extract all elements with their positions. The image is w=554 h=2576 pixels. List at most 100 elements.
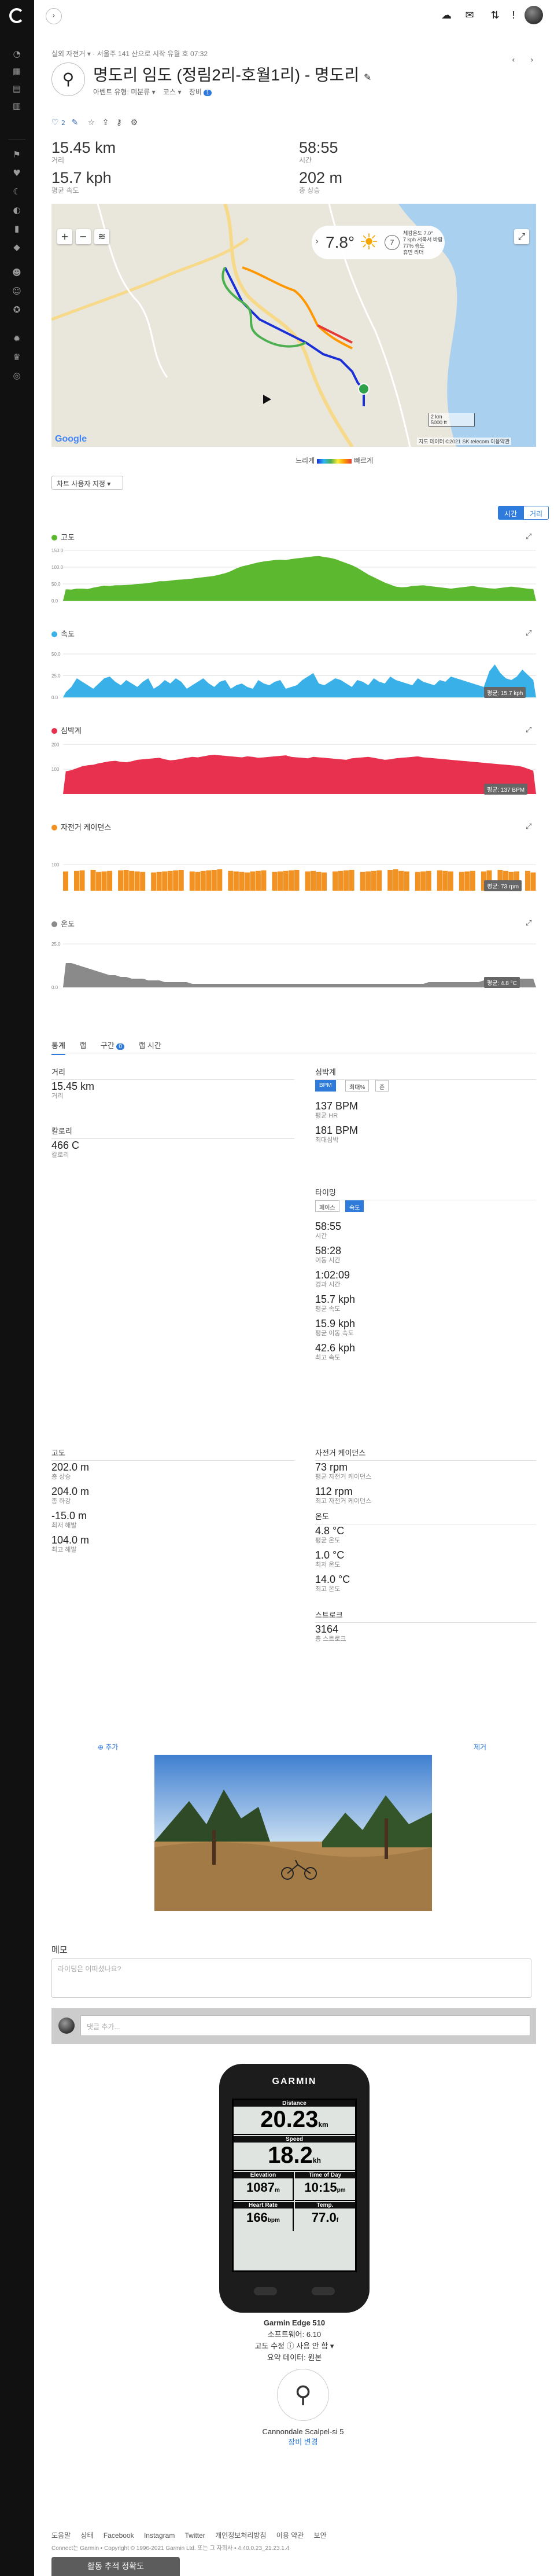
elevation-correction-select[interactable]: 고도 수정 ⓘ 사용 안 함 ▾: [208, 2340, 381, 2352]
route-map[interactable]: + − ≋ ⤢ › 7.8° ☀ 7 체감온도 7.0° 7 kph 서북서 바…: [51, 204, 536, 447]
chart-bar: [90, 870, 96, 891]
toggle-heart-zone[interactable]: 존: [375, 1080, 389, 1092]
comment-input[interactable]: 댓글 추가...: [80, 2015, 530, 2036]
chart-plot[interactable]: 150.0 100.0 50.0 0.0: [51, 545, 536, 609]
sleep-icon[interactable]: ☾: [12, 186, 22, 197]
chart-plot[interactable]: 50.0 25.0 0.0: [51, 642, 536, 705]
devices-icon[interactable]: ◎: [12, 370, 22, 381]
chart-bar: [156, 872, 162, 891]
stat-item: -15.0 m 최저 해발: [51, 1509, 87, 1530]
chart-plot[interactable]: 200 100: [51, 738, 536, 802]
chart-plot[interactable]: 100: [51, 835, 536, 899]
settings-icon[interactable]: ✹: [12, 333, 22, 344]
badges-icon[interactable]: ✪: [12, 304, 22, 315]
x-axis-time-toggle[interactable]: 시간: [498, 506, 524, 520]
reports-icon[interactable]: ▥: [12, 101, 22, 111]
footer-terms[interactable]: 이용 약관: [276, 2531, 304, 2540]
groups-icon[interactable]: ☺: [12, 286, 22, 296]
expand-sidebar-button[interactable]: ›: [46, 8, 62, 24]
device-image: GARMIN Distance 20.23km Speed 18.2kh Ele…: [219, 2064, 370, 2313]
edit-icon[interactable]: ✎: [71, 118, 78, 127]
tab-stats[interactable]: 통계: [51, 1036, 65, 1055]
notifications-icon[interactable]: !: [506, 8, 521, 23]
remove-photo-link[interactable]: 제거: [474, 1742, 486, 1752]
upload-icon[interactable]: ☁: [439, 8, 454, 23]
stat-label: 최저 온도: [315, 1561, 341, 1568]
stats-icon[interactable]: ▮: [12, 223, 22, 234]
course[interactable]: 코스: [163, 88, 176, 96]
sync-icon[interactable]: ⇅: [487, 8, 503, 23]
footer-security[interactable]: 보안: [314, 2531, 327, 2540]
screen-elevation-label: Elevation: [234, 2172, 293, 2178]
training-icon[interactable]: ▦: [12, 66, 22, 76]
expand-chart-icon[interactable]: ⤢: [526, 532, 531, 541]
privacy-icon[interactable]: ⚷: [116, 118, 122, 127]
weather-widget[interactable]: › 7.8° ☀ 7 체감온도 7.0° 7 kph 서북서 바람 77% 습도…: [312, 226, 445, 259]
toggle-heart-bpm[interactable]: BPM: [315, 1080, 336, 1092]
segments-badge: 0: [116, 1043, 124, 1050]
footer-twitter[interactable]: Twitter: [184, 2531, 205, 2540]
garmin-connect-logo[interactable]: [9, 8, 24, 23]
expand-chart-icon[interactable]: ⤢: [526, 919, 531, 928]
trophy-icon[interactable]: ♛: [12, 352, 22, 362]
x-axis-distance-toggle[interactable]: 거리: [523, 506, 549, 520]
activity-photo[interactable]: [154, 1755, 432, 1911]
screen-distance: Distance 20.23km: [234, 2100, 355, 2135]
stat-section-timing: 타이밍: [315, 1186, 536, 1200]
dashboard-icon[interactable]: ◔: [12, 49, 22, 59]
breadcrumb-activity-type[interactable]: 실외 자전거: [51, 50, 86, 58]
share-icon[interactable]: ⇪: [102, 118, 109, 127]
event-type[interactable]: 아벤트 유형: 미분류: [93, 88, 150, 96]
expand-chart-icon[interactable]: ⤢: [526, 822, 531, 831]
connections-icon[interactable]: ☻: [12, 267, 22, 278]
expand-chart-icon[interactable]: ⤢: [526, 629, 531, 638]
avatar[interactable]: [525, 6, 543, 24]
toggle-timing-speed[interactable]: 속도: [345, 1200, 364, 1212]
gear-icon[interactable]: ⚙: [131, 118, 138, 127]
chart-plot[interactable]: 25.0 0.0: [51, 932, 536, 995]
map-layers-icon[interactable]: ≋: [94, 229, 109, 244]
footer-instagram[interactable]: Instagram: [144, 2531, 175, 2540]
toggle-heart-max-pct[interactable]: 최대%: [345, 1080, 370, 1092]
edit-pencil-icon[interactable]: ✎: [364, 73, 371, 83]
summary-value: 15.45 km: [51, 139, 116, 156]
insights-icon[interactable]: ◆: [12, 242, 22, 252]
map-attribution[interactable]: 지도 데이터 ©2021 SK telecom 이용약관: [417, 438, 512, 445]
fullscreen-icon[interactable]: ⤢: [514, 229, 529, 244]
zoom-in-button[interactable]: +: [57, 229, 72, 244]
stats-tabs: 통계 랩 구간 0 랩 시간: [51, 1036, 536, 1055]
stat-value: 58:28: [315, 1245, 342, 1256]
weather-chevron-icon[interactable]: ›: [315, 236, 319, 247]
device-name: Garmin Edge 510: [263, 2318, 326, 2327]
customize-charts-button[interactable]: 차트 사용자 지정 ▾: [51, 476, 123, 490]
chart-area: [63, 556, 536, 601]
tab-segments[interactable]: 구간 0: [101, 1036, 124, 1054]
expand-chart-icon[interactable]: ⤢: [526, 726, 531, 734]
like-icon[interactable]: ♡: [51, 118, 59, 127]
activities-icon[interactable]: ⚑: [12, 149, 22, 160]
add-photo-link[interactable]: ⊕ 추가: [98, 1742, 118, 1752]
footer-help[interactable]: 도움말: [51, 2531, 71, 2540]
footer-facebook[interactable]: Facebook: [104, 2531, 134, 2540]
tab-lap-times[interactable]: 랩 시간: [138, 1036, 161, 1054]
chart-title-text: 자전거 케이던스: [61, 823, 112, 832]
inbox-icon[interactable]: ✉: [462, 8, 477, 23]
accuracy-feedback-button[interactable]: 활동 추적 정확도: [51, 2557, 180, 2576]
activity-title[interactable]: 명도리 임도 (정림2리-호월1리) - 명도리 ✎: [93, 63, 371, 86]
footer-status[interactable]: 상태: [80, 2531, 93, 2540]
summary-avg-speed: 15.7 kph 평균 속도: [51, 169, 294, 194]
tab-laps[interactable]: 랩: [79, 1036, 86, 1054]
footer-privacy[interactable]: 개인정보처리방침: [215, 2531, 266, 2540]
change-gear-link[interactable]: 장비 변경: [216, 2437, 390, 2448]
gear[interactable]: 장비: [189, 88, 202, 96]
social-bar: ♡ 2 ✎ ☆ ⇪ ⚷ ⚙: [51, 118, 138, 130]
notes-textarea[interactable]: 라이딩은 어떠셨나요?: [51, 1958, 531, 1998]
star-icon[interactable]: ☆: [88, 118, 95, 127]
health-icon[interactable]: ♥: [12, 168, 22, 178]
calendar-icon[interactable]: ▤: [12, 83, 22, 94]
chart-bar: [151, 872, 157, 891]
screen-temp-label: Temp.: [295, 2202, 355, 2208]
zoom-out-button[interactable]: −: [76, 229, 91, 244]
performance-icon[interactable]: ◐: [12, 205, 22, 215]
toggle-timing-pace[interactable]: 페이스: [315, 1200, 339, 1212]
